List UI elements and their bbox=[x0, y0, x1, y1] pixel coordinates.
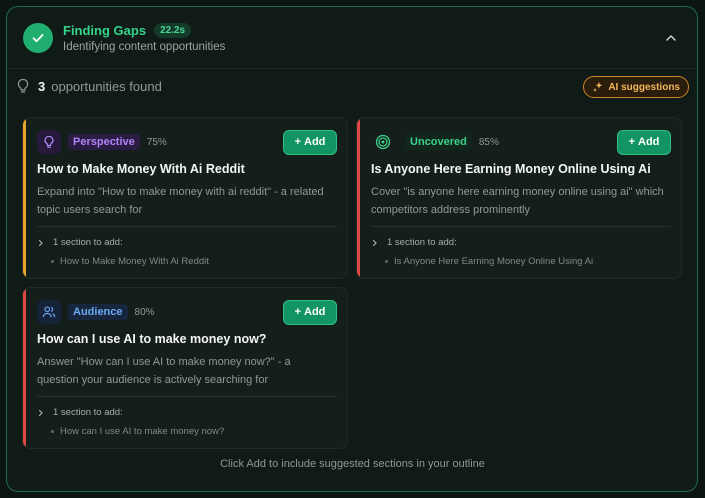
opportunities-count: 3 bbox=[38, 78, 46, 94]
category-tag: Perspective bbox=[68, 134, 140, 150]
category-tag: Uncovered bbox=[405, 134, 472, 150]
sections-toggle[interactable]: 1 section to add: bbox=[37, 237, 123, 248]
check-circle-icon bbox=[23, 22, 53, 53]
confidence-percent: 75% bbox=[146, 136, 167, 148]
panel-title: Finding Gaps bbox=[63, 22, 147, 38]
chevron-right-icon bbox=[372, 239, 377, 246]
category-tag: Audience bbox=[68, 304, 128, 320]
ai-suggestions-button[interactable]: AI suggestions bbox=[583, 76, 689, 98]
card-accent-bar bbox=[23, 118, 26, 278]
add-button-label: Add bbox=[638, 136, 660, 148]
add-button[interactable]: + Add bbox=[617, 129, 671, 155]
panel-header[interactable]: Finding Gaps 22.2s Identifying content o… bbox=[7, 7, 697, 69]
footer-hint: Click Add to include suggested sections … bbox=[220, 458, 485, 470]
opportunity-card: Perspective 75% + Add How to Make Money … bbox=[22, 117, 348, 279]
plus-icon: + bbox=[294, 136, 302, 148]
card-description: Answer "How can I use AI to make money n… bbox=[37, 356, 291, 386]
chevron-right-icon bbox=[38, 239, 43, 246]
sections-header: 1 section to add: bbox=[53, 407, 123, 418]
elapsed-time-badge: 22.2s bbox=[154, 22, 192, 38]
section-item-label: Is Anyone Here Earning Money Online Usin… bbox=[394, 256, 594, 267]
divider bbox=[37, 396, 337, 397]
section-item-label: How to Make Money With Ai Reddit bbox=[60, 256, 209, 267]
target-icon bbox=[371, 130, 395, 154]
sections-header: 1 section to add: bbox=[53, 237, 123, 248]
divider bbox=[37, 226, 337, 227]
add-button-label: Add bbox=[304, 136, 326, 148]
bullet-icon bbox=[51, 260, 54, 263]
bulb-icon bbox=[37, 130, 61, 154]
lightbulb-icon bbox=[16, 78, 30, 94]
add-button-label: Add bbox=[304, 306, 326, 318]
confidence-percent: 85% bbox=[478, 136, 499, 148]
bullet-icon bbox=[385, 260, 388, 263]
chevron-up-icon[interactable] bbox=[661, 28, 681, 48]
card-description: Expand into "How to make money with ai r… bbox=[37, 186, 324, 216]
card-accent-bar bbox=[357, 118, 360, 278]
ai-suggestions-label: AI suggestions bbox=[608, 81, 680, 93]
card-title: Is Anyone Here Earning Money Online Usin… bbox=[371, 162, 651, 176]
card-title: How can I use AI to make money now? bbox=[37, 332, 267, 346]
opportunities-summary: 3 opportunities found bbox=[16, 78, 162, 94]
sparkles-icon bbox=[592, 81, 604, 93]
panel-subtitle: Identifying content opportunities bbox=[63, 40, 226, 53]
section-item: Is Anyone Here Earning Money Online Usin… bbox=[385, 256, 593, 267]
section-item: How can I use AI to make money now? bbox=[51, 426, 224, 437]
opportunity-card: Audience 80% + Add How can I use AI to m… bbox=[22, 287, 348, 449]
card-description: Cover "is anyone here earning money onli… bbox=[371, 186, 664, 216]
add-button[interactable]: + Add bbox=[283, 129, 337, 155]
card-title: How to Make Money With Ai Reddit bbox=[37, 162, 245, 176]
card-accent-bar bbox=[23, 288, 26, 448]
confidence-percent: 80% bbox=[134, 306, 155, 318]
opportunities-label: opportunities found bbox=[51, 78, 162, 94]
section-item-label: How can I use AI to make money now? bbox=[60, 426, 225, 437]
chevron-right-icon bbox=[38, 409, 43, 416]
add-button[interactable]: + Add bbox=[283, 299, 337, 325]
users-icon bbox=[37, 300, 61, 324]
plus-icon: + bbox=[628, 136, 636, 148]
section-item: How to Make Money With Ai Reddit bbox=[51, 256, 209, 267]
bullet-icon bbox=[51, 430, 54, 433]
sections-toggle[interactable]: 1 section to add: bbox=[37, 407, 123, 418]
opportunity-card: Uncovered 85% + Add Is Anyone Here Earni… bbox=[356, 117, 682, 279]
sections-header: 1 section to add: bbox=[387, 237, 457, 248]
sections-toggle[interactable]: 1 section to add: bbox=[371, 237, 457, 248]
plus-icon: + bbox=[294, 306, 302, 318]
divider bbox=[371, 226, 671, 227]
